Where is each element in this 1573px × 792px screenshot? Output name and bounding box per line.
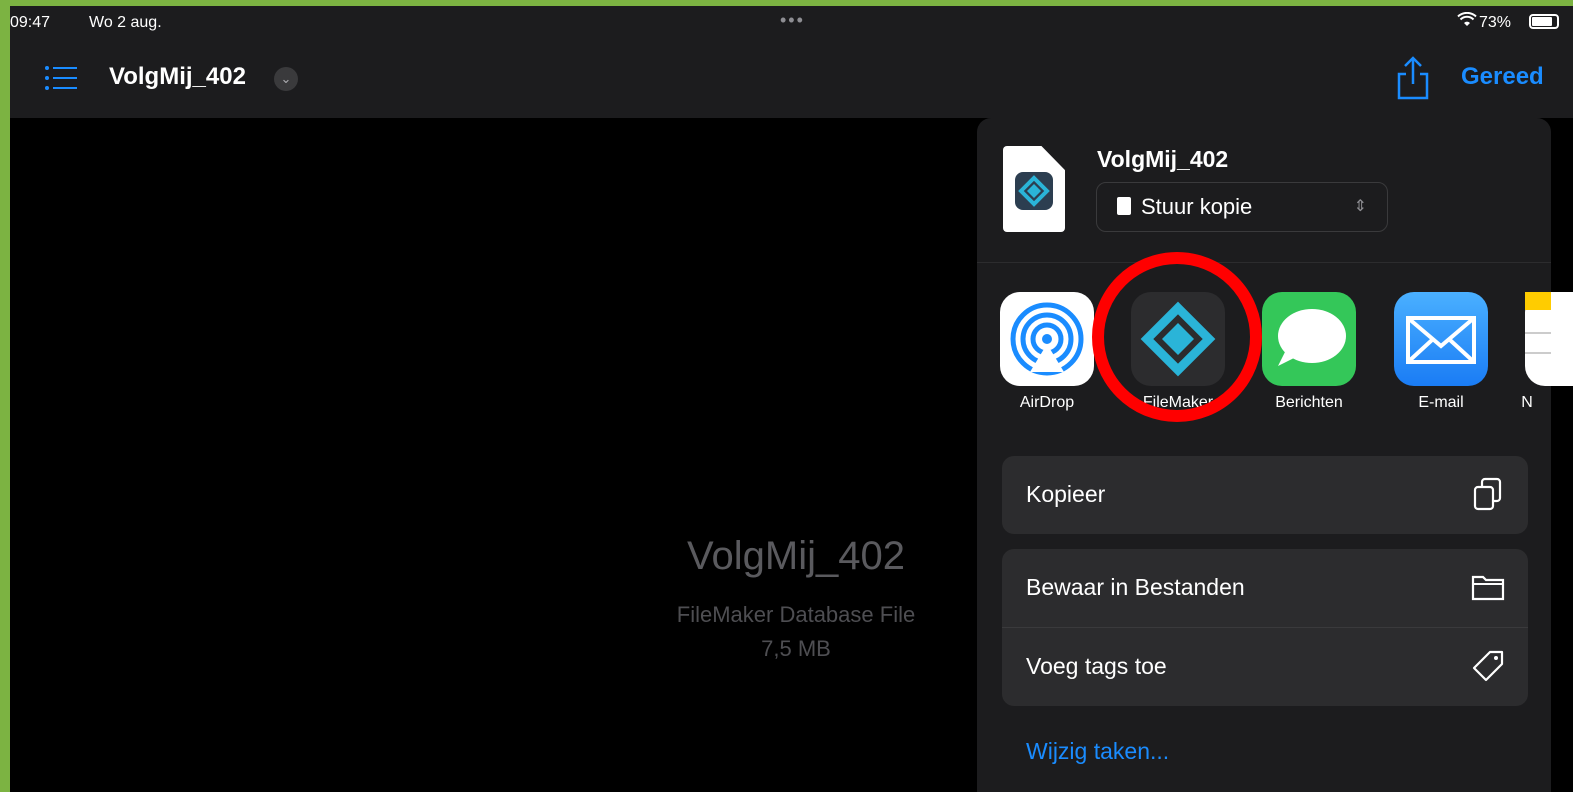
folder-icon — [1470, 569, 1506, 605]
file-preview-type: FileMaker Database File — [676, 602, 916, 627]
app-label-notes: N — [1521, 394, 1533, 411]
app-email[interactable] — [1394, 292, 1488, 386]
send-mode-select[interactable]: Stuur kopie ⇕ — [1096, 182, 1388, 232]
mail-icon — [1406, 316, 1476, 364]
app-label-airdrop: AirDrop — [1019, 394, 1075, 411]
action-add-tags[interactable]: Voeg tags toe — [1002, 627, 1528, 706]
share-icon[interactable] — [1393, 56, 1433, 100]
filemaker-file-icon — [1015, 172, 1053, 210]
ipad-screen: 09:47 Wo 2 aug. ••• 73% VolgMij_402 ⌄ Ge… — [10, 6, 1573, 792]
battery-icon — [1529, 14, 1559, 29]
top-bar: 09:47 Wo 2 aug. ••• 73% VolgMij_402 ⌄ Ge… — [10, 6, 1573, 118]
battery-percentage: 73% — [1479, 14, 1512, 31]
app-label-berichten: Berichten — [1275, 394, 1343, 411]
chevron-down-icon[interactable]: ⌄ — [274, 67, 298, 91]
action-group-copy: Kopieer — [1002, 456, 1528, 534]
action-label-tags: Voeg tags toe — [1026, 653, 1167, 679]
messages-icon — [1278, 309, 1346, 366]
app-label-email: E-mail — [1418, 394, 1464, 411]
status-time: 09:47 — [10, 14, 51, 31]
share-file-name: VolgMij_402 — [1097, 146, 1229, 172]
airdrop-icon — [1010, 302, 1084, 376]
edit-actions-link[interactable]: Wijzig taken... — [1026, 738, 1169, 765]
up-down-chevron-icon: ⇕ — [1353, 198, 1367, 215]
document-title[interactable]: VolgMij_402 — [109, 63, 246, 91]
action-group-files: Bewaar in Bestanden Voeg tags toe — [1002, 549, 1528, 706]
done-button[interactable]: Gereed — [1461, 63, 1544, 91]
notes-icon — [1525, 292, 1551, 354]
app-berichten[interactable] — [1262, 292, 1356, 386]
tag-icon — [1470, 648, 1506, 684]
app-notes[interactable] — [1525, 292, 1573, 386]
action-label-save: Bewaar in Bestanden — [1026, 574, 1245, 600]
share-sheet: VolgMij_402 Stuur kopie ⇕ AirDrop FileMa… — [977, 118, 1573, 792]
file-preview-name: VolgMij_402 — [687, 534, 905, 578]
action-label-copy: Kopieer — [1026, 481, 1106, 507]
action-copy[interactable]: Kopieer — [1002, 456, 1528, 534]
app-airdrop[interactable] — [1000, 292, 1094, 386]
file-preview-size: 7,5 MB — [761, 636, 831, 661]
action-save-to-files[interactable]: Bewaar in Bestanden — [1002, 549, 1528, 627]
document-icon — [1117, 197, 1131, 215]
send-mode-label: Stuur kopie — [1141, 194, 1253, 219]
status-date: Wo 2 aug. — [89, 14, 162, 31]
copy-icon — [1470, 476, 1506, 512]
wifi-icon — [1457, 11, 1477, 33]
file-thumbnail — [1003, 146, 1065, 232]
highlight-circle — [1092, 252, 1262, 422]
divider — [977, 262, 1551, 263]
multitasking-dots-icon[interactable]: ••• — [780, 10, 805, 31]
list-menu-icon[interactable] — [44, 64, 78, 92]
